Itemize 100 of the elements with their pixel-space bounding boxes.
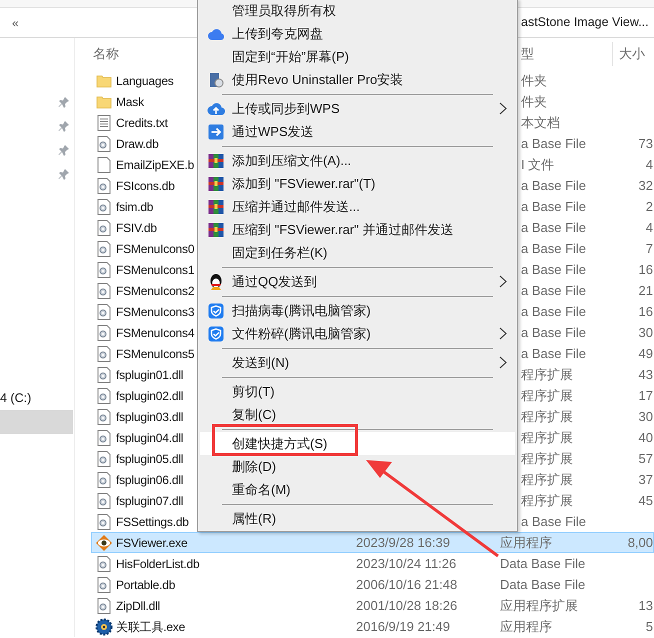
- file-size: 5: [646, 618, 653, 636]
- file-name: 关联工具.exe: [116, 618, 186, 636]
- file-size: 16: [638, 302, 653, 321]
- file-type: 程序扩展: [521, 408, 573, 424]
- file-size: 49: [638, 344, 653, 363]
- file-type: a Base File: [521, 198, 586, 214]
- menu-label: 创建快捷方式(S): [232, 434, 328, 453]
- file-type: a Base File: [521, 346, 586, 361]
- menu-label: 添加到 "FSViewer.rar"(T): [232, 174, 376, 193]
- file-name: FSMenuIcons2: [116, 282, 194, 300]
- menu-label: 重命名(M): [232, 480, 290, 499]
- file-name: FSMenuIcons1: [116, 262, 194, 278]
- modified-date: 2016/9/19 21:49: [356, 618, 450, 634]
- file-size: 2: [646, 198, 653, 216]
- menu-label: 通过WPS发送: [232, 122, 314, 141]
- file-name: FSIcons.db: [116, 178, 175, 194]
- menu-label: 压缩并通过邮件发送...: [232, 198, 360, 216]
- file-type: 应用程序: [500, 534, 552, 550]
- file-size: 37: [638, 470, 653, 489]
- file-type: a Base File: [521, 220, 586, 235]
- menu-label: 扫描病毒(腾讯电脑管家): [232, 302, 371, 320]
- file-size: 32: [638, 176, 653, 195]
- file-type: a Base File: [521, 136, 586, 151]
- file-name: FSMenuIcons4: [116, 324, 194, 342]
- file-size: 8,00: [628, 534, 653, 552]
- file-size: 4: [646, 218, 653, 237]
- menu-label: 通过QQ发送到: [232, 272, 318, 291]
- file-type: a Base File: [521, 240, 586, 256]
- menu-label: 上传到夸克网盘: [232, 24, 323, 43]
- file-type: a Base File: [521, 282, 586, 298]
- file-name: fsplugin05.dll: [116, 450, 184, 468]
- menu-label: 固定到任务栏(K): [232, 244, 328, 262]
- modified-date: 2001/10/28 18:26: [356, 598, 458, 613]
- file-size: 45: [638, 492, 653, 510]
- file-size: 57: [638, 450, 653, 468]
- file-name: fsplugin04.dll: [116, 430, 184, 446]
- menu-label: 属性(R): [232, 510, 276, 528]
- menu-label: 剪切(T): [232, 382, 275, 401]
- modified-date: 2006/10/16 21:48: [356, 576, 458, 592]
- file-type: 应用程序: [500, 618, 552, 634]
- menu-label: 管理员取得所有权: [232, 2, 336, 20]
- file-type: 程序扩展: [521, 430, 573, 445]
- file-name: Mask: [116, 94, 144, 110]
- file-size: 4: [646, 156, 653, 174]
- modified-date: 2023/9/28 16:39: [356, 534, 450, 550]
- file-name: fsplugin07.dll: [116, 492, 184, 510]
- file-name: FSViewer.exe: [116, 534, 188, 552]
- file-name: FSSettings.db: [116, 514, 189, 530]
- menu-label: 使用Revo Uninstaller Pro安装: [232, 70, 404, 89]
- file-type: 件夹: [521, 72, 547, 88]
- file-name: fsplugin02.dll: [116, 388, 184, 404]
- menu-label: 复制(C): [232, 406, 276, 424]
- file-name: fsplugin01.dll: [116, 366, 184, 384]
- file-name: Credits.txt: [116, 114, 168, 132]
- file-type: a Base File: [521, 514, 586, 529]
- menu-label: 发送到(N): [232, 354, 290, 372]
- file-type: a Base File: [521, 304, 586, 319]
- file-size: 43: [638, 366, 653, 384]
- file-type: 程序扩展: [521, 366, 573, 382]
- file-type: 程序扩展: [521, 450, 573, 466]
- file-name: fsim.db: [116, 198, 154, 216]
- file-type: 本文档: [521, 114, 560, 130]
- file-size: 7: [646, 240, 653, 258]
- file-type: 件夹: [521, 94, 547, 109]
- file-size: 73: [638, 134, 653, 153]
- file-name: Portable.db: [116, 576, 176, 594]
- file-name: EmailZipEXE.b: [116, 156, 194, 174]
- file-name: Languages: [116, 72, 174, 90]
- file-name: Draw.db: [116, 136, 159, 152]
- file-type: 程序扩展: [521, 388, 573, 403]
- file-name: FSMenuIcons3: [116, 304, 194, 320]
- menu-label: 上传或同步到WPS: [232, 100, 340, 118]
- file-type: I 文件: [521, 156, 554, 172]
- file-size: 30: [638, 324, 653, 342]
- file-name: FSMenuIcons5: [116, 346, 194, 362]
- menu-label: 删除(D): [232, 458, 276, 476]
- file-type: 应用程序扩展: [500, 598, 578, 613]
- menu-label: 固定到“开始”屏幕(P): [232, 48, 349, 66]
- file-size: 16: [638, 260, 653, 279]
- file-size: 30: [638, 408, 653, 426]
- file-type: 程序扩展: [521, 472, 573, 487]
- menu-label: 压缩到 "FSViewer.rar" 并通过邮件发送: [232, 220, 454, 239]
- file-type: Data Base File: [500, 576, 586, 592]
- file-size: 17: [638, 386, 653, 405]
- file-size: 40: [638, 428, 653, 447]
- file-name: HisFolderList.db: [116, 556, 200, 572]
- file-size: 13: [638, 596, 653, 615]
- modified-date: 2023/10/24 11:26: [356, 556, 456, 571]
- file-name: ZipDll.dll: [116, 598, 160, 614]
- file-type: Data Base File: [500, 556, 586, 571]
- file-type: 程序扩展: [521, 492, 573, 508]
- file-name: FSMenuIcons0: [116, 240, 194, 258]
- file-name: fsplugin03.dll: [116, 408, 184, 426]
- file-type: a Base File: [521, 262, 586, 277]
- menu-label: 文件粉碎(腾讯电脑管家): [232, 324, 371, 343]
- file-type: a Base File: [521, 324, 586, 340]
- file-type: a Base File: [521, 178, 586, 193]
- menu-label: 添加到压缩文件(A)...: [232, 152, 352, 170]
- file-size: 21: [638, 282, 653, 300]
- file-name: fsplugin06.dll: [116, 472, 184, 488]
